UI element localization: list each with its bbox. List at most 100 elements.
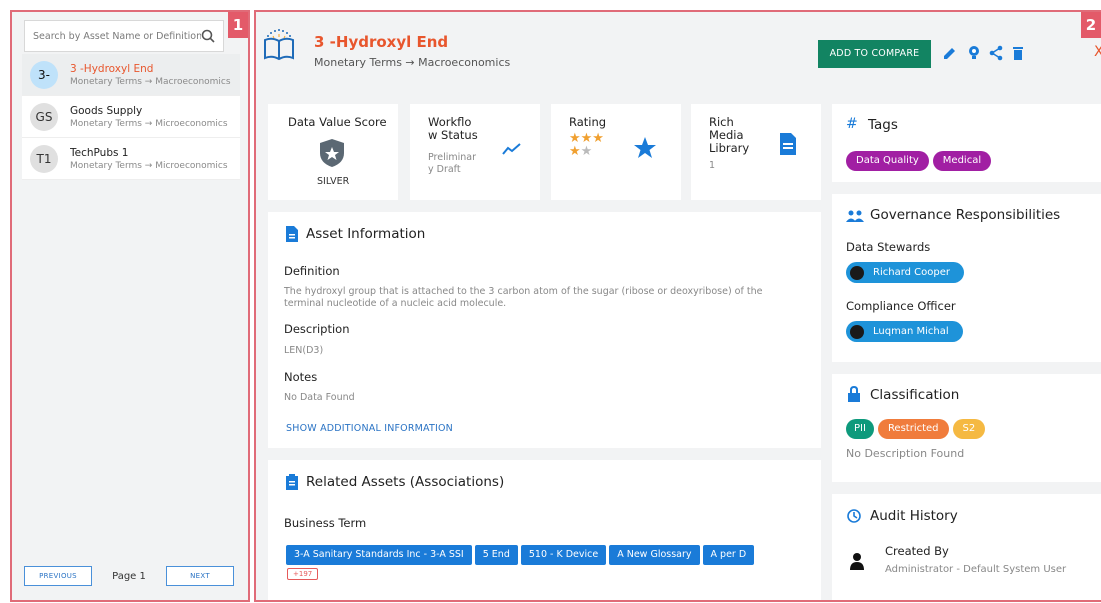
rich-media-library-card: Rich Media Library 1: [691, 104, 821, 200]
star-icon: [634, 137, 656, 158]
asset-detail-panel: 3 -Hydroxyl End Monetary Terms → Macroec…: [256, 10, 1101, 600]
classification-pill[interactable]: PII: [846, 419, 874, 439]
notes-value: No Data Found: [284, 392, 355, 403]
related-assets-card: Related Assets (Associations) Business T…: [268, 460, 821, 600]
page-title: 3 -Hydroxyl End: [314, 33, 449, 51]
metric-title: Rich Media Library: [709, 115, 750, 155]
section-title: Related Assets (Associations): [306, 474, 505, 490]
tag-pill[interactable]: Medical: [932, 151, 992, 171]
more-associations-chip[interactable]: +197: [287, 568, 319, 580]
section-title: Asset Information: [306, 226, 426, 242]
document-icon: [286, 226, 298, 242]
document-icon: [780, 133, 796, 155]
book-icon: [264, 29, 294, 61]
workflow-status-card: Workflo w Status Preliminar y Draft: [410, 104, 540, 200]
tag-list: Data Quality Medical: [846, 148, 995, 171]
lock-icon: [848, 386, 860, 402]
history-icon: [847, 509, 861, 523]
description-value: LEN(D3): [284, 345, 324, 356]
association-chip[interactable]: A New Glossary: [609, 545, 700, 565]
avatar: T1: [30, 144, 58, 173]
classification-description: No Description Found: [846, 447, 965, 460]
lightbulb-icon[interactable]: [966, 45, 982, 61]
data-stewards-label: Data Stewards: [846, 240, 931, 254]
metric-title: Workflo w Status: [428, 115, 478, 142]
description-label: Description: [284, 322, 350, 336]
breadcrumb: Monetary Terms → Macroeconomics: [314, 56, 511, 69]
clipboard-icon: [286, 474, 298, 490]
trash-icon[interactable]: [1010, 45, 1026, 61]
search-icon[interactable]: [201, 29, 215, 43]
asset-name: Goods Supply: [70, 104, 143, 117]
data-value-score: SILVER: [317, 176, 350, 187]
data-steward-pill[interactable]: Richard Cooper: [846, 262, 964, 283]
share-icon[interactable]: [988, 45, 1004, 61]
previous-button[interactable]: PREVIOUS: [24, 566, 92, 586]
business-term-label: Business Term: [284, 516, 367, 530]
asset-path: Monetary Terms → Microeconomics: [70, 160, 228, 171]
add-to-compare-button[interactable]: ADD TO COMPARE: [818, 40, 931, 68]
metric-title: Data Value Score: [288, 115, 387, 129]
association-chip[interactable]: 5 End: [474, 545, 518, 565]
asset-information-card: Asset Information Definition The hydroxy…: [268, 212, 821, 448]
pencil-icon[interactable]: [942, 45, 958, 61]
rich-media-count: 1: [709, 160, 716, 171]
search-input[interactable]: [33, 30, 201, 42]
classification-pill[interactable]: S2: [952, 419, 986, 439]
metric-title: Rating: [569, 115, 607, 129]
avatar: 3-: [30, 60, 58, 89]
workflow-status: Preliminar y Draft: [428, 152, 477, 175]
association-chip[interactable]: 3-A Sanitary Standards Inc - 3-A SSI: [286, 545, 472, 565]
section-title: Classification: [870, 387, 960, 403]
classification-card: Classification PII Restricted S2 No Descri…: [832, 374, 1101, 482]
hash-icon: #: [846, 116, 858, 132]
compliance-officer-label: Compliance Officer: [846, 299, 956, 313]
audit-history-card: Audit History Created By Administrator -…: [832, 494, 1101, 600]
classification-pill[interactable]: Restricted: [877, 419, 949, 439]
avatar: [850, 265, 864, 280]
asset-list-panel: 3- 3 -Hydroxyl End Monetary Terms → Macr…: [10, 10, 248, 600]
people-icon: [846, 210, 864, 222]
avatar: [850, 324, 864, 339]
asset-name: 3 -Hydroxyl End: [70, 62, 154, 75]
association-chip[interactable]: A per D: [702, 545, 755, 565]
annotation-badge-1: 1: [228, 12, 248, 38]
trend-icon: [502, 143, 521, 155]
asset-list: 3- 3 -Hydroxyl End Monetary Terms → Macr…: [22, 54, 240, 180]
notes-label: Notes: [284, 370, 318, 384]
shield-icon: [320, 139, 344, 167]
asset-name: TechPubs 1: [70, 146, 129, 159]
pagination: PREVIOUS Page 1 NEXT: [24, 566, 234, 586]
governance-card: Governance Responsibilities Data Steward…: [832, 194, 1101, 362]
list-item[interactable]: 3- 3 -Hydroxyl End Monetary Terms → Macr…: [22, 54, 240, 96]
section-title: Tags: [868, 117, 898, 133]
list-item[interactable]: GS Goods Supply Monetary Terms → Microec…: [22, 96, 240, 138]
section-title: Audit History: [870, 508, 958, 524]
page-label: Page 1: [112, 570, 146, 582]
compliance-officer-pill[interactable]: Luqman Michal: [846, 321, 963, 342]
search-box[interactable]: [24, 20, 224, 52]
tag-pill[interactable]: Data Quality: [846, 151, 929, 171]
show-additional-info-link[interactable]: SHOW ADDITIONAL INFORMATION: [286, 423, 453, 434]
close-icon[interactable]: X: [1094, 44, 1101, 60]
user-icon: [850, 553, 864, 570]
avatar: GS: [30, 102, 58, 131]
rating-card: Rating ★★★ ★★: [551, 104, 681, 200]
definition-value: The hydroxyl group that is attached to t…: [284, 286, 763, 309]
next-button[interactable]: NEXT: [166, 566, 234, 586]
classification-pills: PII Restricted S2: [846, 416, 989, 439]
annotation-badge-2: 2: [1081, 12, 1101, 38]
definition-label: Definition: [284, 264, 340, 278]
asset-path: Monetary Terms → Macroeconomics: [70, 76, 231, 87]
created-by-label: Created By: [885, 544, 949, 558]
association-chips: 3-A Sanitary Standards Inc - 3-A SSI 5 En…: [286, 542, 757, 565]
detail-header: 3 -Hydroxyl End Monetary Terms → Macroec…: [256, 10, 1101, 92]
tags-card: # Tags Data Quality Medical: [832, 104, 1101, 182]
asset-path: Monetary Terms → Microeconomics: [70, 118, 228, 129]
created-by-value: Administrator - Default System User: [885, 564, 1067, 575]
data-value-score-card: Data Value Score SILVER: [268, 104, 398, 200]
section-title: Governance Responsibilities: [870, 207, 1061, 223]
association-chip[interactable]: 510 - K Device: [520, 545, 607, 565]
list-item[interactable]: T1 TechPubs 1 Monetary Terms → Microecon…: [22, 138, 240, 180]
rating-stars: ★★★ ★★: [569, 131, 604, 159]
